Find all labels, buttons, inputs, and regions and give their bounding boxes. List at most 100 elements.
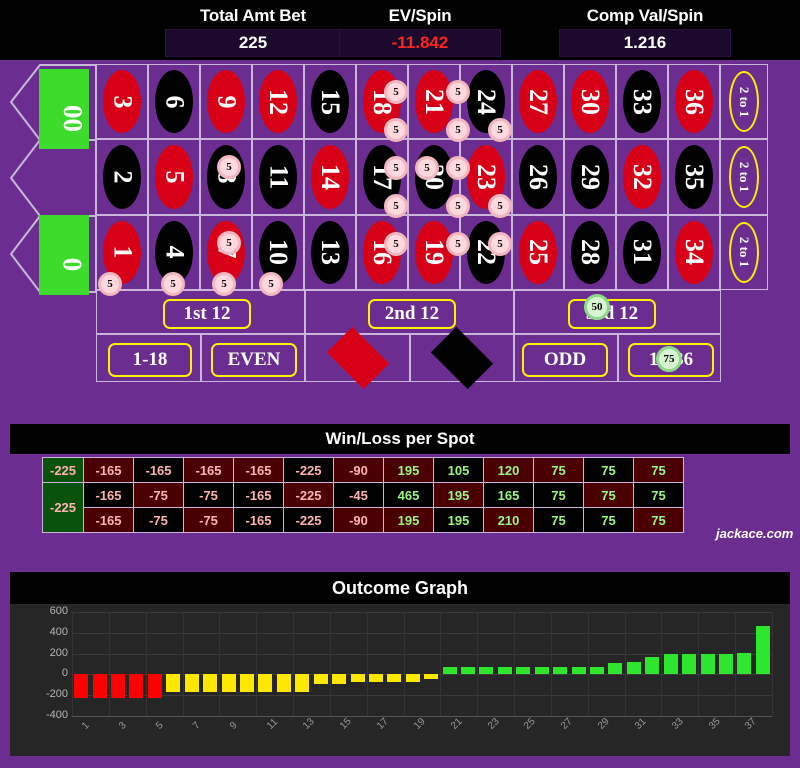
chip-value: 5 <box>393 124 399 136</box>
bar <box>74 674 89 698</box>
grid-line-vertical <box>587 612 589 716</box>
chip-value: 5 <box>455 200 461 212</box>
bet-chip-5[interactable]: 5 <box>212 272 236 296</box>
bar <box>682 654 697 675</box>
bar <box>92 674 107 698</box>
chip-value: 5 <box>497 200 503 212</box>
winloss-cell: 195 <box>384 458 433 482</box>
bar <box>737 652 752 675</box>
bar <box>700 654 715 675</box>
stat-ev-per-spin: EV/Spin -11.842 <box>300 0 540 60</box>
chip-value: 5 <box>393 86 399 98</box>
bar <box>645 657 660 675</box>
bar <box>203 674 218 692</box>
bar <box>166 674 181 692</box>
winloss-cell: -165 <box>84 458 133 482</box>
bet-chip-5[interactable]: 5 <box>415 156 439 180</box>
bet-chip-5[interactable]: 5 <box>384 232 408 256</box>
winloss-cell: 105 <box>434 458 483 482</box>
chip-value: 5 <box>455 162 461 174</box>
stat-value: -11.842 <box>391 33 449 52</box>
winloss-cell: -225 <box>284 483 333 507</box>
bet-chip-50[interactable]: 50 <box>584 294 610 320</box>
x-axis-tick-label: 5 <box>153 720 166 732</box>
bar <box>240 674 254 692</box>
bet-chip-5[interactable]: 5 <box>446 118 470 142</box>
winloss-cell: -75 <box>184 508 233 532</box>
stat-value: 1.216 <box>623 33 667 52</box>
winloss-header: Win/Loss per Spot <box>10 424 790 454</box>
x-axis-tick-label: 3 <box>117 720 129 732</box>
winloss-cell: 75 <box>584 483 633 507</box>
stat-label: Comp Val/Spin <box>586 6 704 25</box>
chip-value: 5 <box>268 278 274 290</box>
winloss-table-wrap: -225 -165 -165 -165 -165 -225 -90 195 105 120 75 75… <box>42 457 684 533</box>
bet-chip-5[interactable]: 5 <box>488 194 512 218</box>
chip-value: 75 <box>663 353 675 365</box>
table-row: -225 -165 -165 -165 -165 -225 -90 195 105 120 75 75… <box>43 458 683 482</box>
bet-chip-5[interactable]: 5 <box>259 272 283 296</box>
bet-chip-5[interactable]: 5 <box>384 118 408 142</box>
x-axis-labels: 1 3 5 7 9 11 13 15 17 19 21 23 25 27 29 31 33 35 37 <box>72 716 772 756</box>
bar <box>368 674 383 683</box>
bar <box>111 674 126 698</box>
chip-value: 5 <box>455 124 461 136</box>
bet-chip-5[interactable]: 5 <box>217 231 241 255</box>
bar <box>221 674 236 692</box>
grid-line-vertical <box>329 612 331 716</box>
outcome-graph-plot-area: 600 400 200 0 -200 -400 <box>46 605 773 721</box>
winloss-cell: 195 <box>384 508 433 532</box>
bet-chip-5[interactable]: 5 <box>446 80 470 104</box>
winloss-cell-zero-0: -225 <box>43 483 83 532</box>
winloss-cell: 75 <box>584 458 633 482</box>
grid-line-vertical <box>403 612 405 716</box>
y-axis-tick-label: 0 <box>61 667 68 680</box>
chip-value: 5 <box>221 278 227 290</box>
chip-value: 5 <box>455 86 461 98</box>
bet-chip-5[interactable]: 5 <box>488 118 512 142</box>
grid-line-vertical <box>477 612 479 716</box>
grid-line-vertical <box>735 612 737 716</box>
grid-line-vertical <box>293 612 295 716</box>
chip-value: 5 <box>393 200 399 212</box>
bar <box>276 674 291 692</box>
bet-chip-5[interactable]: 5 <box>446 194 470 218</box>
bet-chip-5[interactable]: 5 <box>98 272 122 296</box>
winloss-cell: 75 <box>534 458 583 482</box>
winloss-cell: 75 <box>584 508 633 532</box>
bet-chip-5[interactable]: 5 <box>446 156 470 180</box>
bar <box>184 674 199 692</box>
grid-line <box>72 612 772 613</box>
x-axis-tick-label: 27 <box>559 716 575 732</box>
x-axis-tick-label: 13 <box>301 716 317 732</box>
x-axis-tick-label: 31 <box>632 716 649 732</box>
bar <box>663 654 678 675</box>
outcome-graph: 600 400 200 0 -200 -400 1 3 5 7 9 11 13 15 17 19 21 23 25… <box>10 604 790 756</box>
table-row: -225 -165 -75 -75 -165 -225 -45 465 195 165 75 75 75 <box>43 483 683 532</box>
bet-chip-5[interactable]: 5 <box>384 80 408 104</box>
x-axis-tick-label: 35 <box>706 716 723 732</box>
winloss-cell: -75 <box>134 508 183 532</box>
x-axis-tick-label: 29 <box>596 716 612 732</box>
winloss-cell: -165 <box>234 458 283 482</box>
bet-chip-5[interactable]: 5 <box>161 272 185 296</box>
grid-line-vertical <box>366 612 368 716</box>
chip-value: 5 <box>393 162 399 174</box>
bet-chip-5[interactable]: 5 <box>384 156 408 180</box>
bar <box>147 674 162 698</box>
x-axis-tick-label: 23 <box>485 716 502 732</box>
winloss-cell: 195 <box>434 483 483 507</box>
winloss-cell: -90 <box>334 508 383 532</box>
bar <box>350 674 365 683</box>
y-axis-tick-label: 600 <box>49 605 68 617</box>
bet-chip-5[interactable]: 5 <box>446 232 470 256</box>
bar <box>129 674 144 698</box>
bet-chip-75[interactable]: 75 <box>656 346 682 372</box>
roulette-board: 00 0 36912151821242730333625811141720232… <box>0 60 800 410</box>
winloss-cell: 75 <box>634 483 683 507</box>
bet-chip-5[interactable]: 5 <box>488 232 512 256</box>
winloss-cell: 75 <box>634 508 683 532</box>
bet-chip-5[interactable]: 5 <box>384 194 408 218</box>
bar <box>571 666 586 675</box>
bet-chip-5[interactable]: 5 <box>217 155 241 179</box>
